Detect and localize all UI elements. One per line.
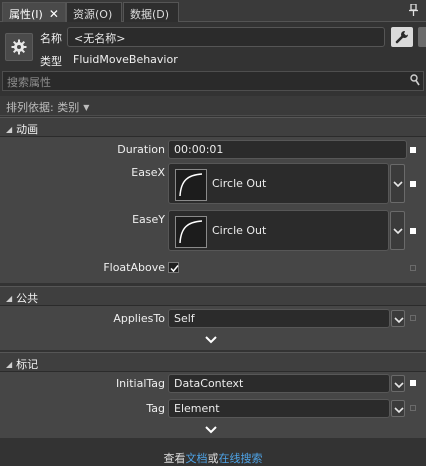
section-animation-title: 动画 — [16, 123, 39, 136]
sort-selector[interactable]: 排列依据: 类别 ▼ — [0, 96, 426, 116]
checkmark-icon — [170, 265, 179, 273]
easey-selector[interactable]: Circle Out — [168, 210, 389, 251]
tab-properties[interactable]: 属性(I) ✕ — [2, 2, 66, 22]
footer-prefix: 查看 — [163, 452, 186, 465]
online-search-link[interactable]: 在线搜索 — [219, 452, 263, 465]
properties-mode-button[interactable] — [391, 27, 413, 47]
tag-select[interactable]: Element — [168, 399, 390, 418]
easey-dropdown-button[interactable] — [390, 211, 405, 250]
duration-input[interactable]: 00:00:01 — [168, 140, 407, 159]
expand-more-button[interactable] — [0, 422, 426, 438]
footer-mid: 或 — [207, 452, 219, 465]
type-label: 类型 — [40, 55, 62, 68]
tab-data-label: 数据(D) — [130, 8, 170, 21]
initialtag-select[interactable]: DataContext — [168, 374, 390, 393]
appliesto-dropdown-button[interactable] — [391, 310, 405, 327]
easey-label: EaseY — [132, 213, 165, 226]
chevron-down-icon — [394, 382, 404, 389]
duration-label: Duration — [117, 143, 165, 156]
section-tags-title: 标记 — [16, 358, 39, 371]
easex-selector[interactable]: Circle Out — [168, 163, 389, 204]
easey-value: Circle Out — [212, 224, 267, 237]
section-common-header[interactable]: ◢ 公共 — [0, 286, 426, 306]
section-common-title: 公共 — [16, 292, 39, 305]
advanced-options-marker[interactable] — [410, 405, 416, 411]
advanced-options-marker[interactable] — [410, 147, 416, 153]
expand-more-button[interactable] — [0, 332, 426, 348]
tab-resources[interactable]: 资源(O) — [66, 2, 122, 22]
tab-data[interactable]: 数据(D) — [123, 2, 179, 22]
name-input[interactable]: <无名称> — [67, 27, 385, 47]
search-icon — [410, 74, 420, 89]
floatabove-label: FloatAbove — [103, 261, 165, 274]
chevron-down-icon — [393, 228, 403, 235]
initialtag-label: InitialTag — [115, 377, 165, 390]
collapse-arrow-icon: ◢ — [6, 360, 13, 369]
tab-properties-label: 属性(I) — [9, 8, 43, 21]
advanced-options-marker[interactable] — [410, 380, 416, 386]
type-value: FluidMoveBehavior — [73, 53, 178, 66]
advanced-options-marker[interactable] — [410, 181, 416, 187]
chevron-down-icon — [394, 407, 404, 414]
collapse-arrow-icon: ◢ — [6, 125, 13, 134]
advanced-options-marker[interactable] — [410, 228, 416, 234]
initialtag-dropdown-button[interactable] — [391, 375, 405, 392]
easex-label: EaseX — [131, 166, 165, 179]
chevron-down-icon — [205, 426, 217, 434]
section-tags-header[interactable]: ◢ 标记 — [0, 352, 426, 372]
chevron-down-icon — [394, 317, 404, 324]
easing-curve-icon — [175, 216, 207, 248]
tag-label: Tag — [146, 402, 165, 415]
behavior-icon-box — [5, 33, 33, 61]
tag-dropdown-button[interactable] — [391, 400, 405, 417]
appliesto-label: AppliesTo — [113, 312, 165, 325]
collapse-arrow-icon: ◢ — [6, 294, 13, 303]
documentation-link[interactable]: 文档 — [186, 452, 208, 465]
advanced-options-marker[interactable] — [410, 315, 416, 321]
gear-icon — [11, 39, 27, 55]
close-icon[interactable]: ✕ — [49, 7, 59, 21]
chevron-down-icon: ▼ — [83, 103, 90, 112]
appliesto-select[interactable]: Self — [168, 309, 390, 328]
wrench-icon — [395, 31, 408, 44]
section-animation-header[interactable]: ◢ 动画 — [0, 117, 426, 137]
pin-icon[interactable] — [409, 3, 418, 19]
sort-label: 排列依据: 类别 — [6, 101, 80, 114]
name-label: 名称 — [40, 32, 62, 45]
help-footer: 查看文档或在线搜索 — [0, 450, 426, 466]
easex-value: Circle Out — [212, 177, 267, 190]
easing-curve-icon — [175, 169, 207, 201]
events-mode-button[interactable] — [418, 27, 426, 47]
floatabove-checkbox[interactable] — [168, 262, 179, 273]
search-input[interactable]: 搜索属性 — [2, 71, 424, 91]
chevron-down-icon — [205, 336, 217, 344]
easex-dropdown-button[interactable] — [390, 164, 405, 203]
tab-resources-label: 资源(O) — [73, 8, 113, 21]
advanced-options-marker[interactable] — [410, 265, 416, 271]
chevron-down-icon — [393, 181, 403, 188]
